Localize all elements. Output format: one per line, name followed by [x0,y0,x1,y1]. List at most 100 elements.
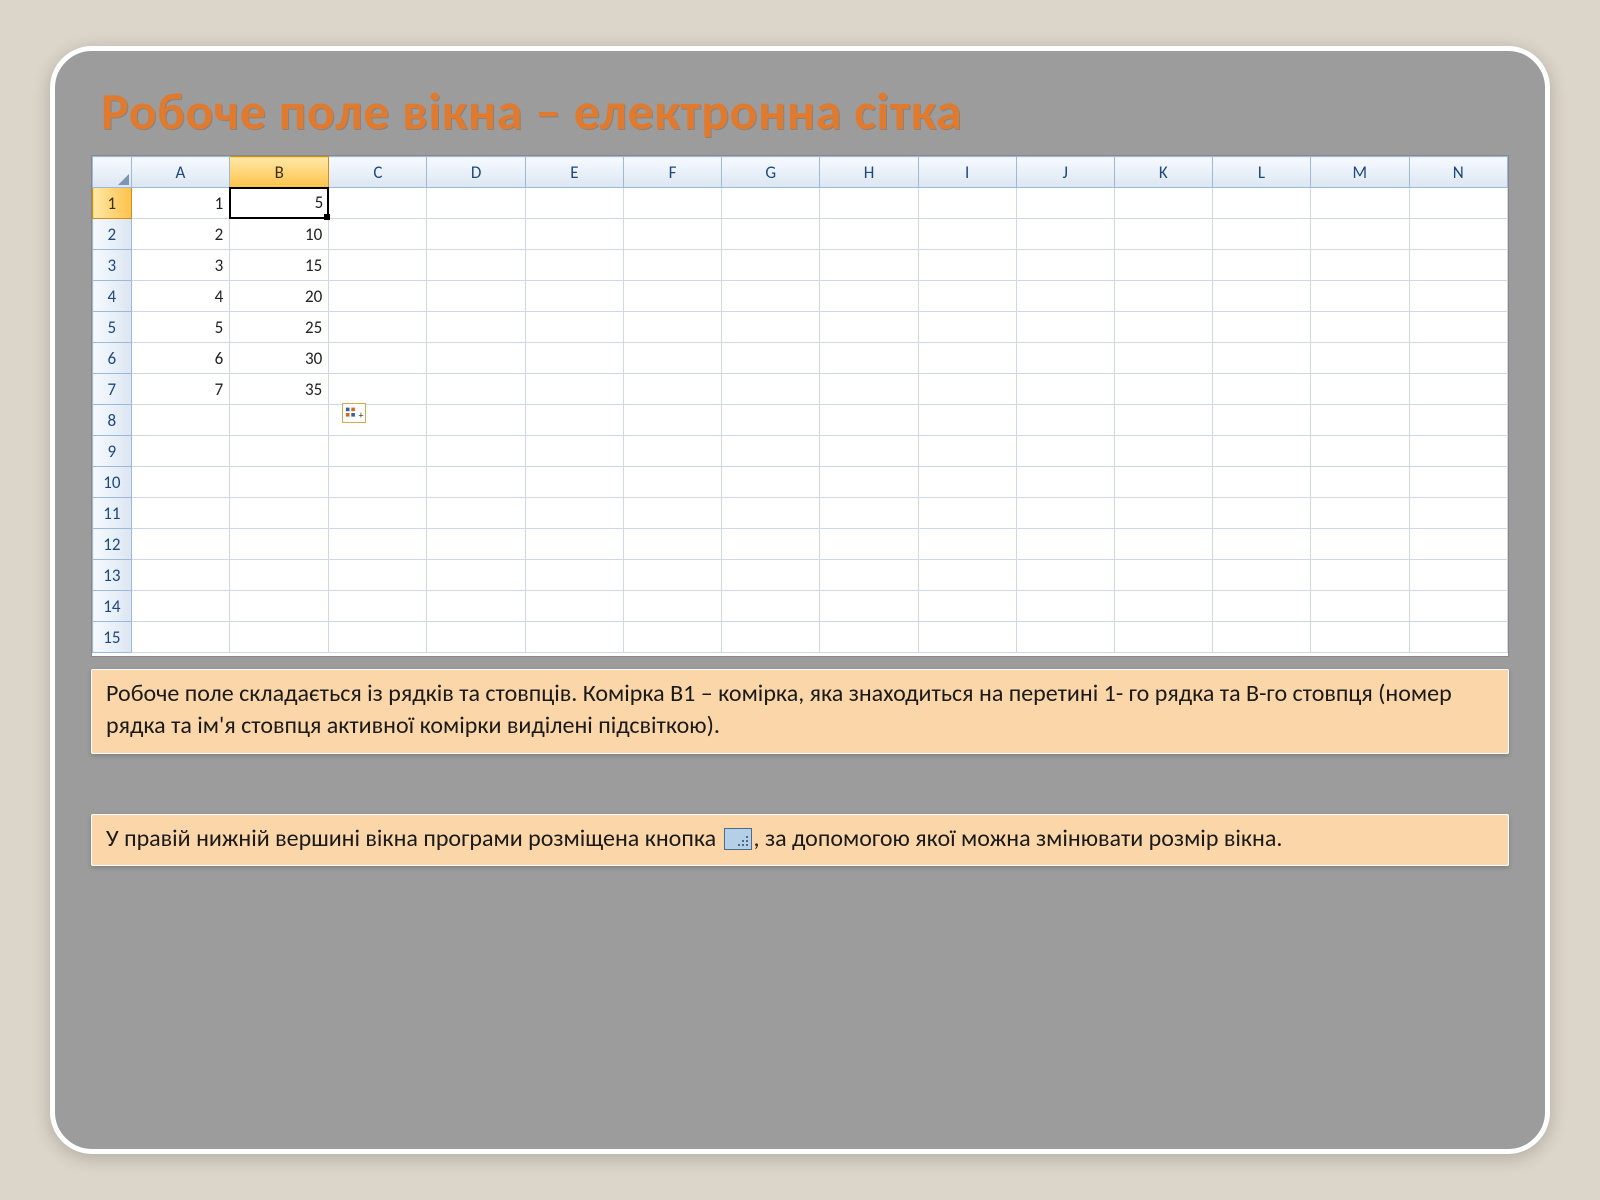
cell-N15[interactable] [1409,622,1507,653]
cell-A4[interactable]: 4 [131,281,230,312]
cell-K12[interactable] [1114,529,1212,560]
cell-M7[interactable] [1310,374,1409,405]
cell-J8[interactable] [1016,405,1114,436]
cell-G9[interactable] [722,436,820,467]
cell-N13[interactable] [1409,560,1507,591]
cell-H8[interactable] [820,405,918,436]
cell-J15[interactable] [1016,622,1114,653]
cell-K8[interactable] [1114,405,1212,436]
cell-E10[interactable] [525,467,623,498]
cell-G11[interactable] [722,498,820,529]
cell-E4[interactable] [525,281,623,312]
row-header-7[interactable]: 7 [93,374,132,405]
cell-B8[interactable] [230,405,329,436]
cell-B15[interactable] [230,622,329,653]
cell-H14[interactable] [820,591,918,622]
cell-K1[interactable] [1114,188,1212,219]
cell-H10[interactable] [820,467,918,498]
cell-G8[interactable] [722,405,820,436]
cell-A14[interactable] [131,591,230,622]
cell-I11[interactable] [918,498,1016,529]
cell-G7[interactable] [722,374,820,405]
cell-F12[interactable] [623,529,721,560]
cell-N2[interactable] [1409,219,1507,250]
cell-I5[interactable] [918,312,1016,343]
row-header-4[interactable]: 4 [93,281,132,312]
cell-E6[interactable] [525,343,623,374]
cell-M10[interactable] [1310,467,1409,498]
row-header-14[interactable]: 14 [93,591,132,622]
cell-F7[interactable] [623,374,721,405]
column-header-F[interactable]: F [623,157,721,188]
cell-K3[interactable] [1114,250,1212,281]
column-header-A[interactable]: A [131,157,230,188]
cell-B3[interactable]: 15 [230,250,329,281]
cell-K6[interactable] [1114,343,1212,374]
cell-F13[interactable] [623,560,721,591]
cell-D7[interactable] [427,374,525,405]
cell-N7[interactable] [1409,374,1507,405]
cell-I9[interactable] [918,436,1016,467]
cell-D1[interactable] [427,188,525,219]
cell-L12[interactable] [1212,529,1310,560]
cell-A11[interactable] [131,498,230,529]
cell-A6[interactable]: 6 [131,343,230,374]
cell-B2[interactable]: 10 [230,219,329,250]
cell-C6[interactable] [329,343,427,374]
cell-C5[interactable] [329,312,427,343]
cell-B4[interactable]: 20 [230,281,329,312]
cell-H1[interactable] [820,188,918,219]
cell-M13[interactable] [1310,560,1409,591]
cell-M14[interactable] [1310,591,1409,622]
cell-C2[interactable] [329,219,427,250]
cell-A7[interactable]: 7 [131,374,230,405]
cell-L9[interactable] [1212,436,1310,467]
cell-D10[interactable] [427,467,525,498]
cell-H11[interactable] [820,498,918,529]
cell-F1[interactable] [623,188,721,219]
column-header-G[interactable]: G [722,157,820,188]
cell-C11[interactable] [329,498,427,529]
cell-F2[interactable] [623,219,721,250]
cell-M9[interactable] [1310,436,1409,467]
column-header-N[interactable]: N [1409,157,1507,188]
cell-D2[interactable] [427,219,525,250]
cell-A3[interactable]: 3 [131,250,230,281]
cell-L1[interactable] [1212,188,1310,219]
row-header-15[interactable]: 15 [93,622,132,653]
cell-I1[interactable] [918,188,1016,219]
cell-C12[interactable] [329,529,427,560]
cell-I10[interactable] [918,467,1016,498]
cell-K9[interactable] [1114,436,1212,467]
cell-A12[interactable] [131,529,230,560]
cell-G5[interactable] [722,312,820,343]
cell-I15[interactable] [918,622,1016,653]
cell-C15[interactable] [329,622,427,653]
cell-F8[interactable] [623,405,721,436]
column-header-C[interactable]: C [329,157,427,188]
cell-C9[interactable] [329,436,427,467]
cell-F9[interactable] [623,436,721,467]
cell-H15[interactable] [820,622,918,653]
cell-B10[interactable] [230,467,329,498]
cell-D8[interactable] [427,405,525,436]
row-header-6[interactable]: 6 [93,343,132,374]
cell-G1[interactable] [722,188,820,219]
cell-B9[interactable] [230,436,329,467]
cell-K13[interactable] [1114,560,1212,591]
cell-K2[interactable] [1114,219,1212,250]
cell-M11[interactable] [1310,498,1409,529]
cell-F5[interactable] [623,312,721,343]
cell-C14[interactable] [329,591,427,622]
cell-J6[interactable] [1016,343,1114,374]
cell-J1[interactable] [1016,188,1114,219]
cell-M8[interactable] [1310,405,1409,436]
cell-L7[interactable] [1212,374,1310,405]
cell-M2[interactable] [1310,219,1409,250]
row-header-2[interactable]: 2 [93,219,132,250]
cell-N4[interactable] [1409,281,1507,312]
cell-N9[interactable] [1409,436,1507,467]
cell-J11[interactable] [1016,498,1114,529]
cell-L13[interactable] [1212,560,1310,591]
cell-D4[interactable] [427,281,525,312]
